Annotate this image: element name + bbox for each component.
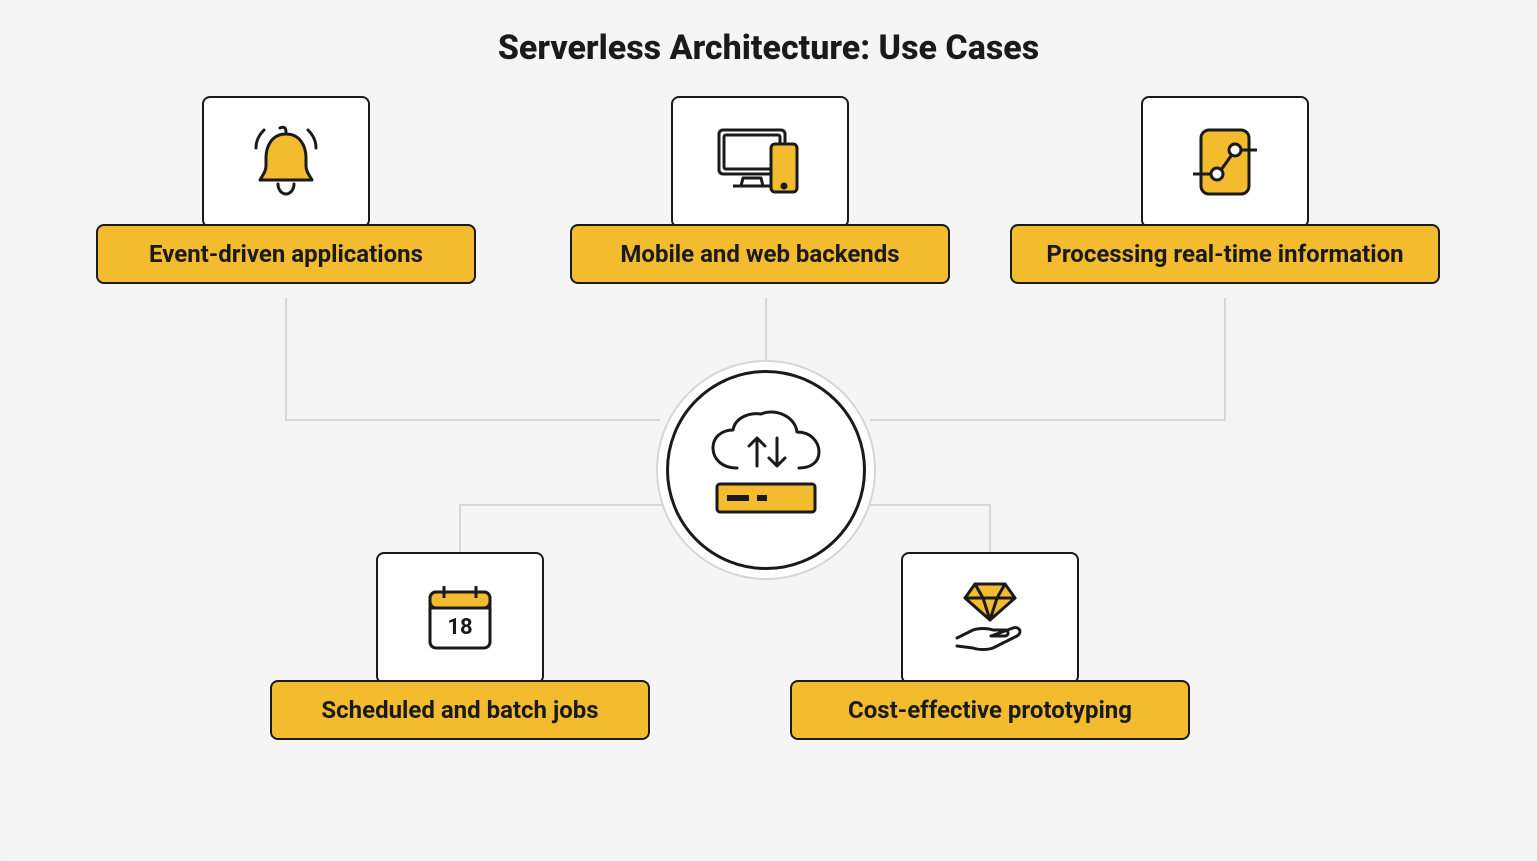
usecase-scheduled: 18 Scheduled and batch jobs <box>270 552 650 740</box>
cloud-server-icon <box>701 410 831 530</box>
usecase-label: Event-driven applications <box>96 224 476 284</box>
usecase-realtime: Processing real-time information <box>1010 96 1440 284</box>
central-hub <box>656 360 876 580</box>
usecase-label: Processing real-time information <box>1010 224 1440 284</box>
data-chip-icon <box>1183 120 1267 204</box>
diagram-title: Serverless Architecture: Use Cases <box>0 28 1537 68</box>
usecase-label: Mobile and web backends <box>570 224 950 284</box>
usecase-prototyping: Cost-effective prototyping <box>790 552 1190 740</box>
usecase-event-driven: Event-driven applications <box>96 96 476 284</box>
devices-icon <box>713 120 807 204</box>
usecase-label: Cost-effective prototyping <box>790 680 1190 740</box>
diamond-hand-icon <box>943 576 1037 660</box>
usecase-mobile-web: Mobile and web backends <box>570 96 950 284</box>
calendar-icon: 18 <box>418 576 502 660</box>
calendar-day-text: 18 <box>447 615 472 640</box>
usecase-label: Scheduled and batch jobs <box>270 680 650 740</box>
bell-icon <box>244 120 328 204</box>
